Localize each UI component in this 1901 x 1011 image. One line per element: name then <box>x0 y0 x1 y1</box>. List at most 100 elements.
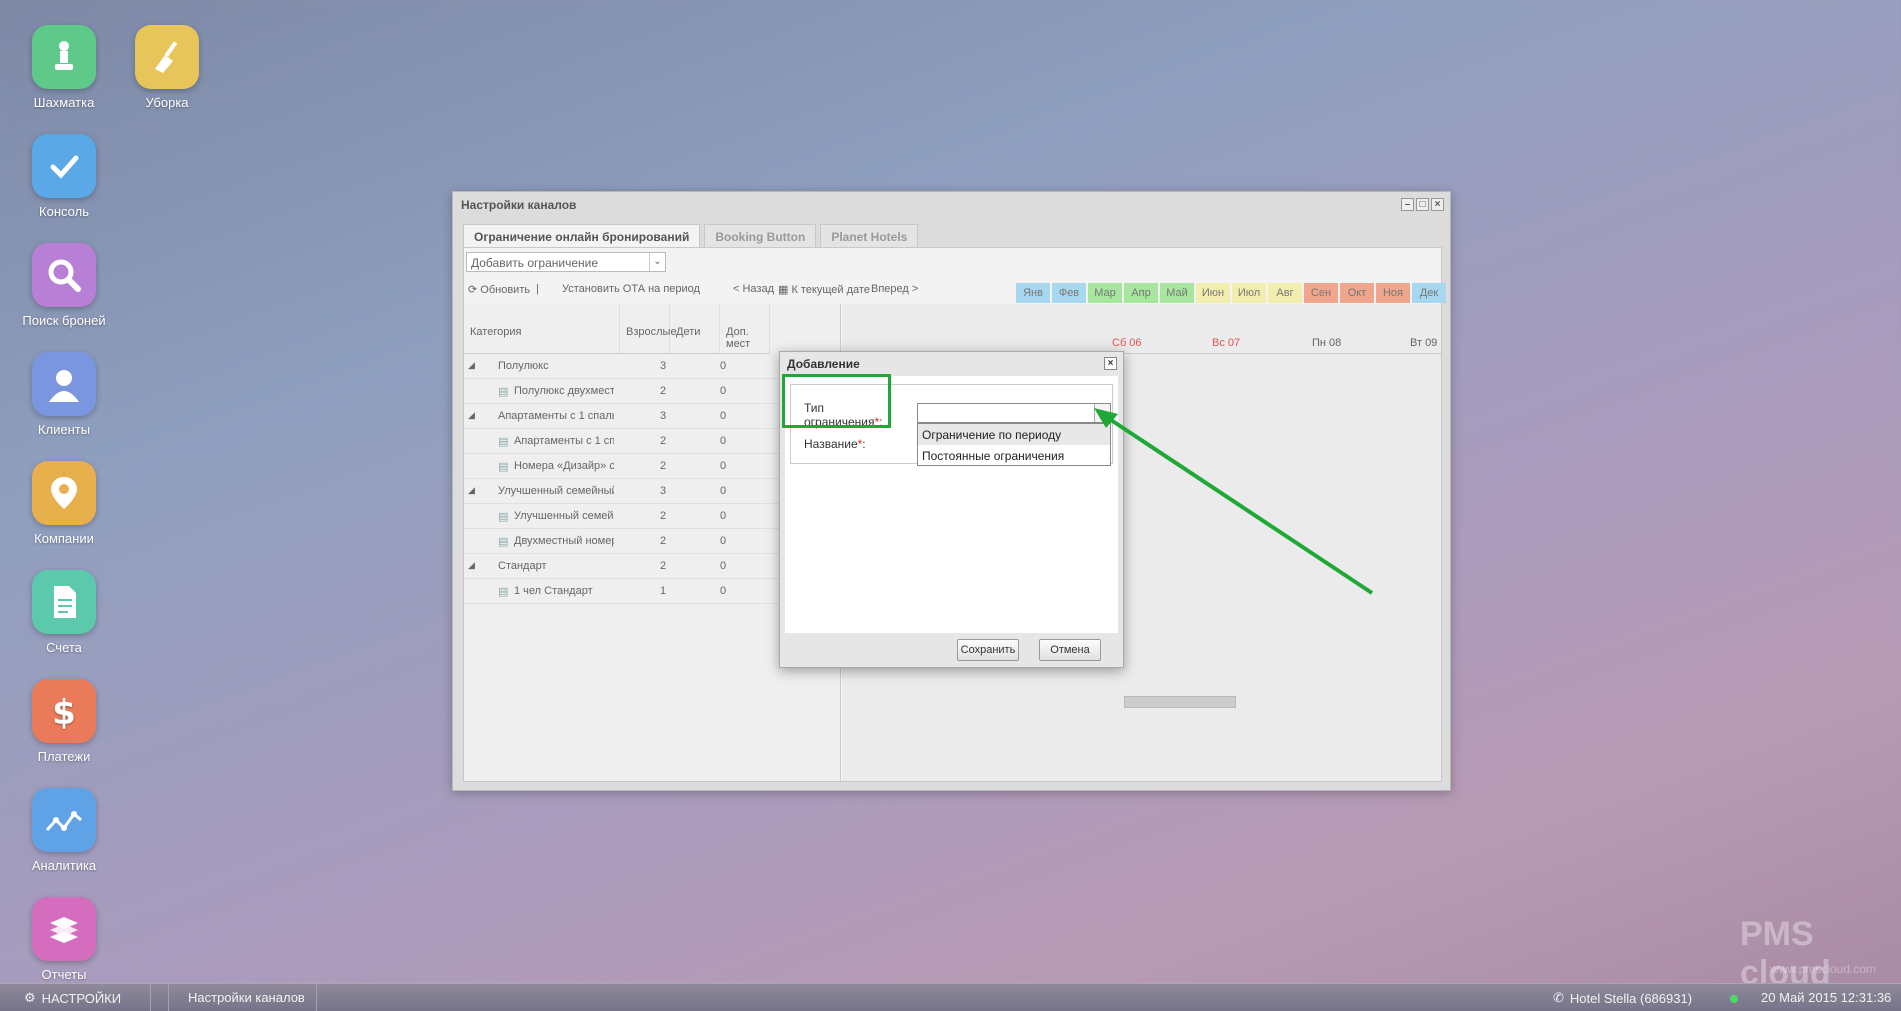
desktop-icon-user[interactable]: Клиенты <box>9 352 119 437</box>
desktop-icon-books[interactable]: Отчеты <box>9 897 119 982</box>
row-adults: 3 <box>660 360 667 372</box>
room-icon: ▤ <box>498 461 509 473</box>
option-permanent-restrictions[interactable]: Постоянные ограничения <box>918 445 1110 466</box>
broom-icon <box>135 25 199 89</box>
name-label-text: Название <box>804 437 858 451</box>
chess-icon <box>32 25 96 89</box>
tab-bar: Ограничение онлайн бронирований Booking … <box>463 224 919 247</box>
room-icon: ▤ <box>498 586 509 598</box>
tab-booking-button[interactable]: Booking Button <box>704 224 817 247</box>
phone-icon: ✆ <box>1553 990 1564 1005</box>
row-category: Улучшенный семейный ... <box>514 510 614 522</box>
desktop-icon-chart[interactable]: Аналитика <box>9 788 119 873</box>
desktop-icon-map-pin[interactable]: Компании <box>9 461 119 546</box>
cancel-button[interactable]: Отмена <box>1039 639 1101 661</box>
row-category: Улучшенный семейный ном... <box>498 485 614 497</box>
col-extra-beds[interactable]: Доп. мест <box>720 304 770 354</box>
row-children: 0 <box>720 510 727 522</box>
row-category: Двухместный номер «Passi... <box>514 535 614 547</box>
desktop-icon-document[interactable]: Счета <box>9 570 119 655</box>
row-category: Номера «Дизайр» с кроват... <box>514 460 614 472</box>
clock: 20 Май 2015 12:31:36 <box>1761 990 1892 1005</box>
window-titlebar[interactable]: Настройки каналов – □ × <box>453 192 1450 220</box>
chevron-down-icon[interactable]: ⌄ <box>649 253 665 271</box>
row-adults: 1 <box>660 585 667 597</box>
set-ota-button[interactable]: Установить ОТА на период <box>562 283 700 295</box>
back-button[interactable]: < Назад <box>733 283 774 295</box>
room-icon: ▤ <box>498 536 509 548</box>
desktop-icon-label: Компании <box>34 531 94 546</box>
forward-button[interactable]: Вперед > <box>871 283 918 295</box>
row-adults: 2 <box>660 560 667 572</box>
month-button[interactable]: Авг <box>1268 283 1302 303</box>
refresh-button[interactable]: ⟳ Обновить <box>468 283 530 296</box>
add-restriction-combo[interactable]: Добавить ограничение ⌄ <box>466 252 666 272</box>
day-header: Вс 07 <box>1212 337 1241 349</box>
desktop-icon-broom[interactable]: Уборка <box>112 25 222 110</box>
month-button[interactable]: Июл <box>1232 283 1266 303</box>
option-period-restriction[interactable]: Ограничение по периоду <box>918 424 1110 445</box>
settings-start-button[interactable]: ⚙ НАСТРОЙКИ <box>24 990 121 1006</box>
row-adults: 2 <box>660 385 667 397</box>
tab-online-restrictions[interactable]: Ограничение онлайн бронирований <box>463 224 701 247</box>
expand-triangle-icon[interactable]: ◢ <box>468 485 475 496</box>
month-button[interactable]: Мар <box>1088 283 1122 303</box>
day-header: Сб 06 <box>1112 337 1142 349</box>
restriction-type-select[interactable]: ⌄ <box>917 403 1111 423</box>
row-adults: 2 <box>660 510 667 522</box>
row-children: 0 <box>720 360 727 372</box>
pms-cloud-watermark: PMS cloud <box>1740 915 1831 992</box>
row-children: 0 <box>720 460 727 472</box>
row-adults: 3 <box>660 410 667 422</box>
dialog-titlebar[interactable]: Добавление × <box>780 352 1123 376</box>
chevron-down-icon[interactable]: ⌄ <box>1094 404 1110 422</box>
desktop-icon-label: Шахматка <box>33 95 95 110</box>
row-category: Стандарт <box>498 560 547 572</box>
expand-triangle-icon[interactable]: ◢ <box>468 360 475 371</box>
desktop-icon-chess[interactable]: Шахматка <box>9 25 119 110</box>
taskbar-divider <box>168 984 169 1011</box>
horizontal-scrollbar-thumb[interactable] <box>1124 696 1236 708</box>
row-children: 0 <box>720 435 727 447</box>
close-icon[interactable]: × <box>1104 357 1117 370</box>
save-button[interactable]: Сохранить <box>957 639 1019 661</box>
month-button[interactable]: Апр <box>1124 283 1158 303</box>
month-button[interactable]: Май <box>1160 283 1194 303</box>
close-icon[interactable]: × <box>1431 198 1444 211</box>
minimize-icon[interactable]: – <box>1401 198 1414 211</box>
toolbar: ⟳ Обновить | Установить ОТА на период < … <box>464 278 1446 303</box>
month-button[interactable]: Сен <box>1304 283 1338 303</box>
desktop-icon-dollar[interactable]: $ Платежи <box>9 679 119 764</box>
hotel-info[interactable]: ✆ Hotel Stella (686931) <box>1553 990 1692 1006</box>
expand-triangle-icon[interactable]: ◢ <box>468 410 475 421</box>
taskbar-item-channel-settings[interactable]: Настройки каналов <box>188 990 305 1005</box>
online-status-dot <box>1730 995 1738 1003</box>
row-children: 0 <box>720 535 727 547</box>
name-label: Название*: <box>804 437 866 451</box>
month-button[interactable]: Янв <box>1016 283 1050 303</box>
month-button[interactable]: Окт <box>1340 283 1374 303</box>
window-title: Настройки каналов <box>461 198 577 212</box>
desktop-icon-search[interactable]: Поиск броней <box>9 243 119 328</box>
col-category[interactable]: Категория <box>464 304 620 354</box>
month-button[interactable]: Дек <box>1412 283 1446 303</box>
toolbar-separator: | <box>536 283 539 295</box>
col-children[interactable]: Дети <box>670 304 720 354</box>
row-children: 0 <box>720 560 727 572</box>
expand-triangle-icon[interactable]: ◢ <box>468 560 475 571</box>
row-category: Полулюкс двухместное <box>514 385 614 397</box>
month-button[interactable]: Июн <box>1196 283 1230 303</box>
maximize-icon[interactable]: □ <box>1416 198 1429 211</box>
desktop-icon-check[interactable]: Консоль <box>9 134 119 219</box>
today-button[interactable]: ▦ К текущей дате <box>778 283 870 296</box>
row-children: 0 <box>720 385 727 397</box>
row-children: 0 <box>720 485 727 497</box>
dollar-icon: $ <box>32 679 96 743</box>
col-adults[interactable]: Взрослые <box>620 304 677 354</box>
dialog-title: Добавление <box>787 357 860 371</box>
tab-planet-hotels[interactable]: Planet Hotels <box>820 224 919 247</box>
room-icon: ▤ <box>498 436 509 448</box>
month-button[interactable]: Ноя <box>1376 283 1410 303</box>
restriction-type-dropdown: Ограничение по периоду Постоянные ограни… <box>917 423 1111 466</box>
month-button[interactable]: Фев <box>1052 283 1086 303</box>
